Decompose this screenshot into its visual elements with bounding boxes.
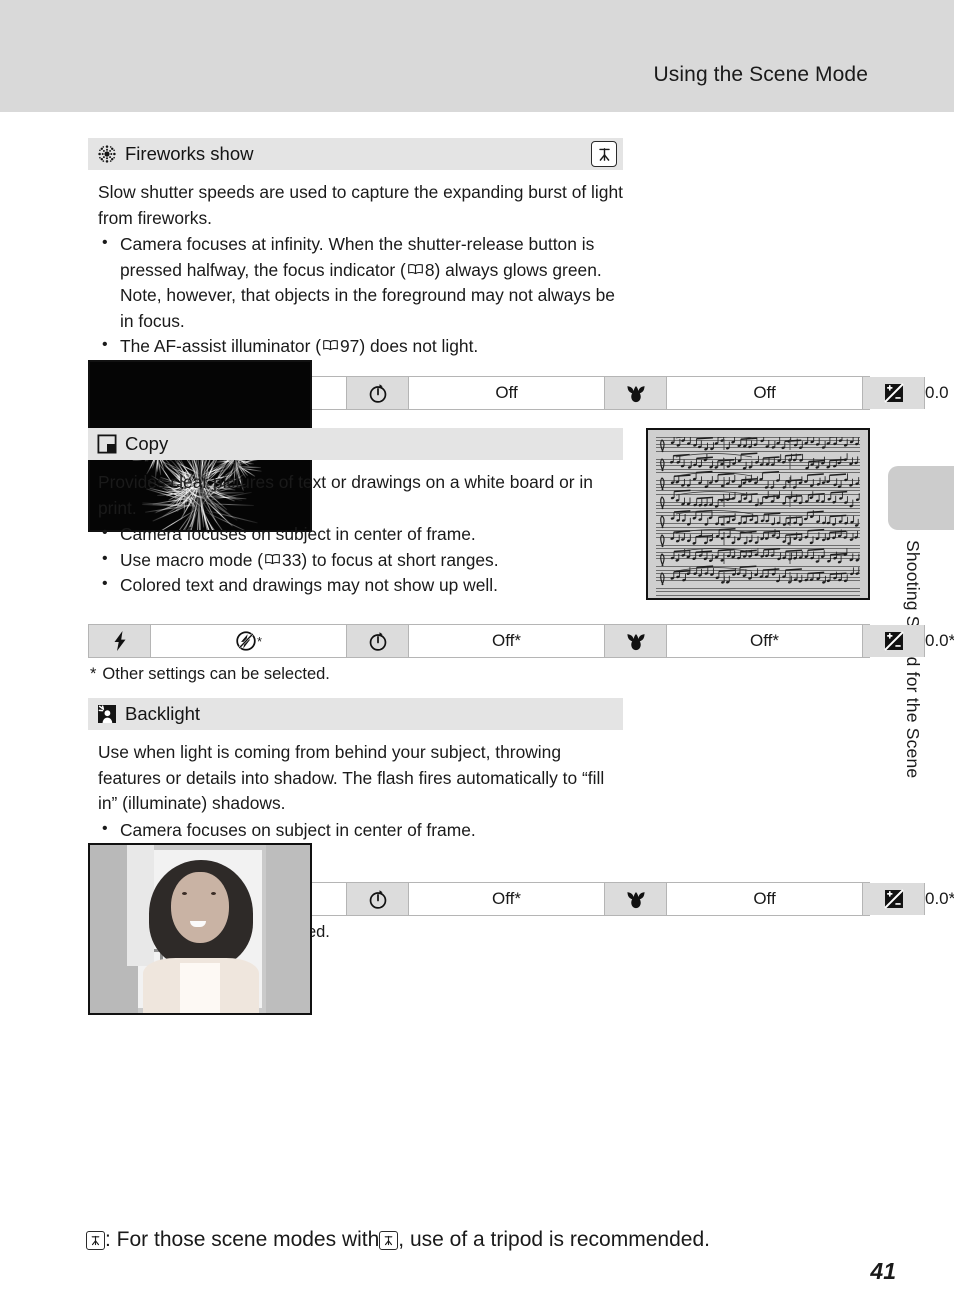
bullet-ref-number: 33: [282, 550, 301, 570]
note-text-before: : For those scene modes with: [105, 1228, 379, 1252]
tripod-recommendation-note: : For those scene modes with , use of a …: [86, 1228, 710, 1252]
section-header-fireworks: Fireworks show: [88, 138, 623, 170]
macro-icon: [605, 883, 667, 915]
self-timer-icon: [347, 883, 409, 915]
exposure-compensation-icon: [863, 625, 925, 657]
flash-icon: [89, 625, 151, 657]
backlight-portrait-photo: [88, 843, 312, 1015]
music-stave: [656, 502, 860, 517]
section-intro: Slow shutter speeds are used to capture …: [98, 180, 623, 231]
section-body-copy: Provides clear pictures of text or drawi…: [88, 460, 623, 599]
list-item: Camera focuses on subject in center of f…: [98, 522, 623, 548]
bullet-text-after: ) does not light.: [359, 336, 478, 356]
self-timer-icon: [347, 625, 409, 657]
tripod-icon: [86, 1231, 105, 1250]
settings-row-copy: * Off* Off* 0.0*: [88, 624, 870, 658]
music-stave: [656, 523, 860, 538]
self-timer-value: Off*: [409, 625, 605, 657]
list-item: Use macro mode ( 33) to focus at short ra…: [98, 548, 623, 574]
exposure-compensation-icon: [863, 377, 925, 409]
side-tab-block: [888, 466, 954, 530]
book-reference-icon: [406, 263, 425, 276]
book-reference-icon: [263, 553, 282, 566]
self-timer-icon: [347, 377, 409, 409]
footnote-text: Other settings can be selected.: [102, 665, 329, 683]
note-text-after: , use of a tripod is recommended.: [398, 1228, 710, 1252]
music-stave: [656, 480, 860, 495]
list-item: The AF-assist illuminator ( 97) does not …: [98, 334, 623, 360]
bullet-ref-number: 97: [340, 336, 359, 356]
copy-icon: [97, 434, 117, 454]
music-stave: [656, 588, 860, 600]
page-number: 41: [870, 1258, 896, 1285]
sheet-music-photo: [646, 428, 870, 600]
bullet-text-before: The AF-assist illuminator (: [120, 336, 321, 356]
bullet-text-before: Use macro mode (: [120, 550, 263, 570]
section-title: Fireworks show: [125, 143, 254, 165]
tripod-icon: [591, 141, 617, 167]
bullet-text-before: Camera focuses on subject in center of f…: [120, 524, 476, 544]
exposure-value: 0.0: [925, 377, 949, 409]
section-intro: Provides clear pictures of text or drawi…: [98, 470, 623, 521]
page-header-band: Using the Scene Mode: [0, 0, 954, 112]
backlight-icon: [97, 704, 117, 724]
bullet-text-after: ) to focus at short ranges.: [301, 550, 498, 570]
page-header-title: Using the Scene Mode: [654, 63, 868, 87]
music-stave: [656, 566, 860, 581]
exposure-compensation-icon: [863, 883, 925, 915]
section-copy: Copy Provides clear pictures of text or …: [88, 428, 870, 618]
flash-value: *: [151, 625, 347, 657]
self-timer-value: Off: [409, 377, 605, 409]
list-item: Colored text and drawings may not show u…: [98, 573, 623, 599]
self-timer-value: Off*: [409, 883, 605, 915]
section-body-fireworks: Slow shutter speeds are used to capture …: [88, 170, 623, 360]
exposure-value: 0.0*: [925, 883, 954, 915]
section-bullets: Camera focuses at infinity. When the shu…: [98, 232, 623, 360]
page-content: Fireworks show Slow shutter speeds are u…: [88, 138, 870, 942]
list-item: Camera focuses at infinity. When the shu…: [98, 232, 623, 334]
section-header-copy: Copy: [88, 428, 623, 460]
portrait-collar: [180, 963, 220, 1013]
footnote-copy: * Other settings can be selected.: [88, 665, 870, 684]
section-header-backlight: Backlight: [88, 698, 623, 730]
macro-icon: [605, 625, 667, 657]
bullet-text-before: Camera focuses on subject in center of f…: [120, 820, 476, 840]
tripod-icon: [379, 1231, 398, 1250]
section-body-backlight: Use when light is coming from behind you…: [88, 730, 623, 843]
section-backlight: Backlight Use when light is coming from …: [88, 698, 870, 876]
macro-value: Off: [667, 883, 863, 915]
section-intro: Use when light is coming from behind you…: [98, 740, 623, 817]
section-title: Copy: [125, 433, 168, 455]
music-stave: [656, 459, 860, 474]
flash-off-icon: [235, 630, 257, 652]
section-fireworks: Fireworks show Slow shutter speeds are u…: [88, 138, 870, 370]
list-item: Camera focuses on subject in center of f…: [98, 818, 623, 844]
section-title: Backlight: [125, 703, 200, 725]
section-bullets: Camera focuses on subject in center of f…: [98, 818, 623, 844]
portrait-wall-right: [266, 845, 310, 1013]
music-stave: [656, 545, 860, 560]
exposure-value: 0.0*: [925, 625, 954, 657]
macro-value: Off: [667, 377, 863, 409]
side-tab-label: Shooting Suited for the Scene: [893, 540, 923, 900]
footnote-marker: *: [257, 634, 262, 649]
book-reference-icon: [321, 339, 340, 352]
macro-value: Off*: [667, 625, 863, 657]
music-stave: [656, 437, 860, 452]
portrait-face: [171, 872, 228, 943]
fireworks-icon: [97, 144, 117, 164]
section-bullets: Camera focuses on subject in center of f…: [98, 522, 623, 599]
bullet-text-before: Colored text and drawings may not show u…: [120, 575, 498, 595]
footnote-star: *: [90, 665, 96, 683]
macro-icon: [605, 377, 667, 409]
